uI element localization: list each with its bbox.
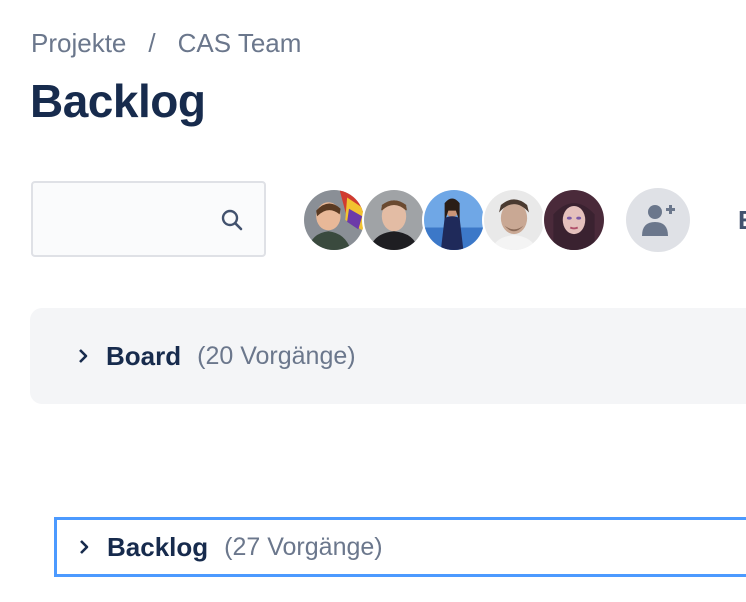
add-user-button[interactable]	[626, 188, 690, 252]
chevron-right-icon[interactable]	[76, 349, 90, 363]
search-box[interactable]	[31, 181, 266, 257]
breadcrumb-item-cas-team[interactable]: CAS Team	[178, 28, 302, 59]
avatar-person-5[interactable]	[542, 188, 606, 252]
toolbar-cut-off-label[interactable]: E	[738, 205, 746, 236]
backlog-name: Backlog	[107, 531, 209, 562]
sprint-issue-count: (20 Vorgänge)	[197, 341, 356, 370]
sprint-name: Board	[106, 340, 182, 371]
avatar-person-3[interactable]	[422, 188, 486, 252]
page-title: Backlog	[30, 75, 206, 127]
avatar-person-4[interactable]	[482, 188, 546, 252]
breadcrumb: Projekte / CAS Team	[31, 28, 301, 59]
sprint-board-section[interactable]: Board (20 Vorgänge)	[30, 308, 746, 404]
breadcrumb-item-projekte[interactable]: Projekte	[31, 28, 126, 59]
sprint-header[interactable]: Board (20 Vorgänge)	[30, 308, 356, 404]
avatar-person-1[interactable]	[302, 188, 366, 252]
breadcrumb-separator: /	[148, 28, 156, 58]
add-user-icon	[642, 205, 675, 236]
backlog-issue-count: (27 Vorgänge)	[224, 532, 383, 561]
search-input[interactable]	[33, 183, 213, 255]
search-icon[interactable]	[220, 208, 244, 232]
chevron-right-icon[interactable]	[77, 540, 91, 554]
backlog-header[interactable]: Backlog (27 Vorgänge)	[57, 520, 383, 574]
avatar-person-2[interactable]	[362, 188, 426, 252]
backlog-section[interactable]: Backlog (27 Vorgänge)	[54, 517, 746, 577]
